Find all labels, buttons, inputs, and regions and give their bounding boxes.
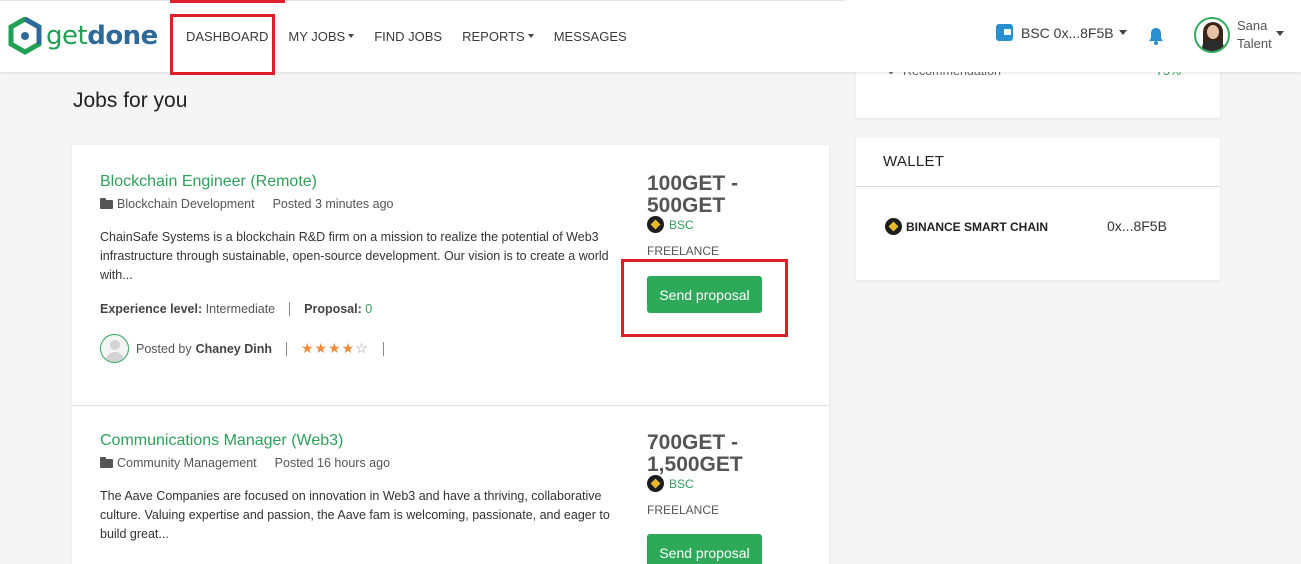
job-posted-time: Posted 3 minutes ago [272,197,394,211]
job-type: FREELANCE [647,244,720,258]
bsc-coin-icon [647,475,664,492]
chevron-down-icon [527,34,534,38]
proposal-label: Proposal: [304,302,362,316]
job-meta: Community Management Posted 16 hours ago [100,456,390,470]
nav-reports[interactable]: REPORTS [452,0,544,72]
job-posted-time: Posted 16 hours ago [274,456,391,470]
job-chain: BSC [647,475,694,492]
job-stats: Experience level: Intermediate Proposal:… [100,302,372,316]
notification-bell-icon[interactable] [1146,26,1166,51]
bsc-coin-icon [885,218,902,235]
divider [286,341,287,356]
avatar [100,334,129,363]
job-category: Community Management [117,456,257,470]
job-item: Communications Manager (Web3) Community … [72,406,829,564]
divider [382,341,384,356]
send-proposal-button[interactable]: Send proposal [647,534,762,564]
jobs-list: Blockchain Engineer (Remote) Blockchain … [72,145,829,564]
job-budget: 100GET - 500GET [647,172,739,217]
logo[interactable]: getdone [8,16,158,56]
highlight-top-edge [170,0,285,3]
chevron-down-icon [1118,30,1127,35]
rating-stars: ★★★★☆ [301,340,369,356]
divider [856,186,1220,187]
wallet-icon [996,24,1013,41]
job-meta: Blockchain Development Posted 3 minutes … [100,197,394,211]
nav-my-jobs[interactable]: MY JOBS [278,0,364,72]
wallet-selector[interactable]: BSC 0x...8F5B [996,24,1127,41]
wallet-chain-name: BINANCE SMART CHAIN [906,219,1048,234]
page-title: Jobs for you [73,89,188,112]
job-budget: 700GET - 1,500GET [647,431,743,476]
user-name: Sana Talent [1237,18,1272,51]
wallet-address: 0x...8F5B [1107,218,1167,234]
job-type: FREELANCE [647,503,720,517]
job-chain: BSC [647,216,694,233]
job-description: The Aave Companies are focused on innova… [100,489,610,541]
chevron-down-icon [1275,30,1284,36]
proposal-count: 0 [365,302,373,316]
job-title[interactable]: Blockchain Engineer (Remote) [100,173,317,191]
chevron-down-icon [348,34,355,38]
wallet-card: WALLET BINANCE SMART CHAIN 0x...8F5B [856,138,1220,280]
send-proposal-highlight-box [621,259,788,337]
logo-hexagon-icon [8,17,42,55]
bsc-coin-icon [647,216,664,233]
experience-value: Intermediate [205,302,276,316]
user-menu[interactable]: Sana Talent [1194,17,1284,53]
wallet-chain: BINANCE SMART CHAIN [885,218,1048,235]
wallet-selector-label: BSC 0x...8F5B [1021,24,1114,41]
job-title[interactable]: Communications Manager (Web3) [100,432,343,450]
poster-name[interactable]: Chaney Dinh [196,342,272,356]
job-poster: Posted by Chaney Dinh ★★★★☆ [100,334,398,363]
divider [289,302,291,316]
job-category: Blockchain Development [117,197,255,211]
job-description: ChainSafe Systems is a blockchain R&D fi… [100,230,609,282]
posted-by-label: Posted by [136,341,192,356]
nav-messages[interactable]: MESSAGES [544,0,637,72]
wallet-title: WALLET [883,153,945,170]
experience-label: Experience level: [100,302,203,316]
logo-text: getdone [46,21,158,51]
folder-icon [100,197,113,209]
folder-icon [100,456,113,468]
nav-find-jobs[interactable]: FIND JOBS [364,0,452,72]
avatar [1194,17,1230,53]
dashboard-highlight-box [170,14,275,75]
